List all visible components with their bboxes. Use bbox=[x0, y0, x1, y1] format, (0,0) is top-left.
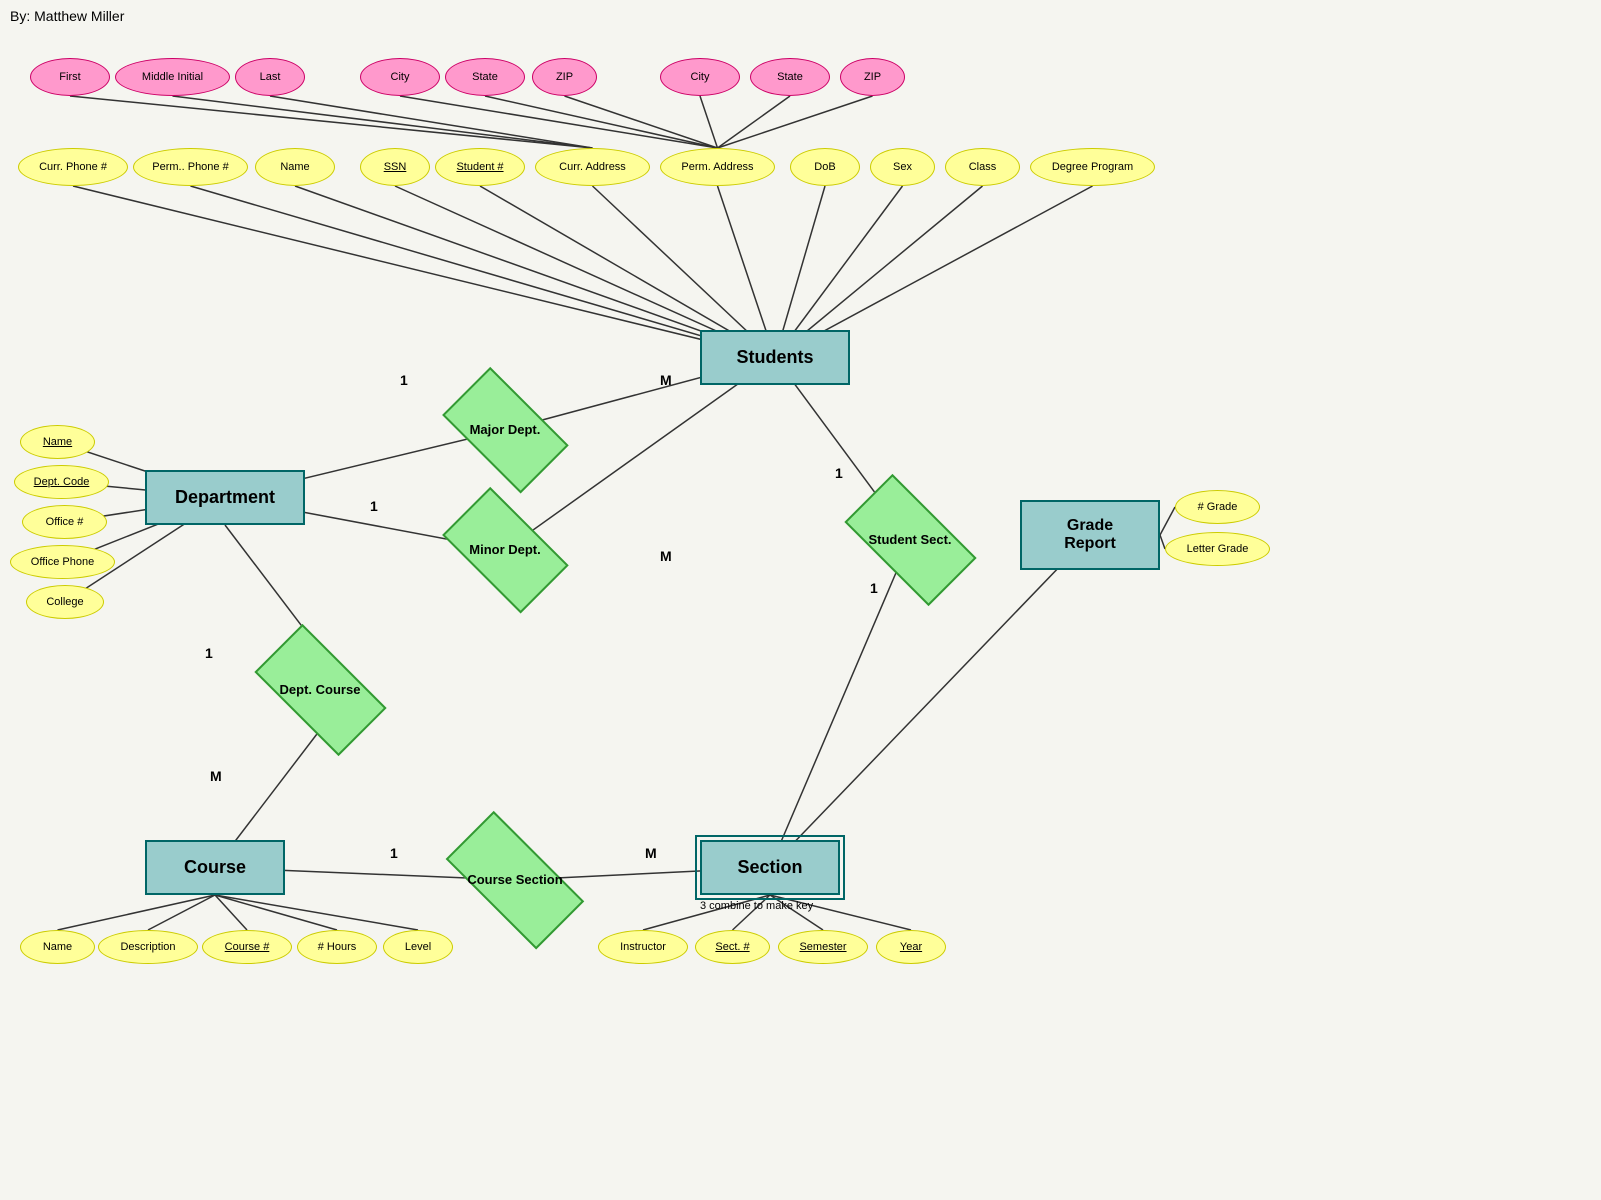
relationship-minor_dept: Minor Dept. bbox=[440, 510, 570, 590]
attr-ellipse-4: State bbox=[445, 58, 525, 96]
cardinality-0: 1 bbox=[400, 372, 408, 388]
cardinality-1: M bbox=[660, 372, 672, 388]
attr-ellipse-1: Dept. Code bbox=[14, 465, 109, 499]
relationship-student_sect: Student Sect. bbox=[840, 500, 980, 580]
attr-ellipse-5: ZIP bbox=[532, 58, 597, 96]
attr-ellipse-4: Level bbox=[383, 930, 453, 964]
entity-department: Department bbox=[145, 470, 305, 525]
relationship-course_section: Course Section bbox=[440, 840, 590, 920]
entity-course: Course bbox=[145, 840, 285, 895]
attr-ellipse-4: Student # bbox=[435, 148, 525, 186]
attr-ellipse-7: DoB bbox=[790, 148, 860, 186]
attr-ellipse-4: College bbox=[26, 585, 104, 619]
cardinality-4: 1 bbox=[835, 465, 843, 481]
attr-ellipse-8: Sex bbox=[870, 148, 935, 186]
entity-section: Section bbox=[700, 840, 840, 895]
cardinality-6: 1 bbox=[205, 645, 213, 661]
attr-ellipse-3: Office Phone bbox=[10, 545, 115, 579]
cardinality-9: M bbox=[645, 845, 657, 861]
author-label: By: Matthew Miller bbox=[10, 8, 124, 24]
attr-ellipse-2: Course # bbox=[202, 930, 292, 964]
attr-ellipse-6: Perm. Address bbox=[660, 148, 775, 186]
attr-ellipse-1: Sect. # bbox=[695, 930, 770, 964]
attr-ellipse-2: Office # bbox=[22, 505, 107, 539]
note-0: 3 combine to make key bbox=[700, 900, 813, 912]
attr-ellipse-2: Semester bbox=[778, 930, 868, 964]
attr-ellipse-3: Year bbox=[876, 930, 946, 964]
attr-ellipse-9: Class bbox=[945, 148, 1020, 186]
attr-ellipse-3: # Hours bbox=[297, 930, 377, 964]
attr-ellipse-1: Perm.. Phone # bbox=[133, 148, 248, 186]
attr-ellipse-0: First bbox=[30, 58, 110, 96]
cardinality-7: M bbox=[210, 768, 222, 784]
relationship-dept_course: Dept. Course bbox=[250, 650, 390, 730]
attr-ellipse-0: Name bbox=[20, 425, 95, 459]
attr-ellipse-6: City bbox=[660, 58, 740, 96]
attr-ellipse-2: Name bbox=[255, 148, 335, 186]
attr-ellipse-1: Description bbox=[98, 930, 198, 964]
attr-ellipse-0: # Grade bbox=[1175, 490, 1260, 524]
attr-ellipse-10: Degree Program bbox=[1030, 148, 1155, 186]
attr-ellipse-2: Last bbox=[235, 58, 305, 96]
attr-ellipse-0: Instructor bbox=[598, 930, 688, 964]
cardinality-3: M bbox=[660, 548, 672, 564]
attr-ellipse-3: City bbox=[360, 58, 440, 96]
attr-ellipse-1: Middle Initial bbox=[115, 58, 230, 96]
cardinality-5: 1 bbox=[870, 580, 878, 596]
relationship-major_dept: Major Dept. bbox=[440, 390, 570, 470]
attr-ellipse-8: ZIP bbox=[840, 58, 905, 96]
attr-ellipse-5: Curr. Address bbox=[535, 148, 650, 186]
attr-ellipse-0: Curr. Phone # bbox=[18, 148, 128, 186]
entity-students: Students bbox=[700, 330, 850, 385]
attr-ellipse-7: State bbox=[750, 58, 830, 96]
attr-ellipse-3: SSN bbox=[360, 148, 430, 186]
attr-ellipse-0: Name bbox=[20, 930, 95, 964]
cardinality-8: 1 bbox=[390, 845, 398, 861]
cardinality-2: 1 bbox=[370, 498, 378, 514]
entity-grade_report: Grade Report bbox=[1020, 500, 1160, 570]
attr-ellipse-1: Letter Grade bbox=[1165, 532, 1270, 566]
